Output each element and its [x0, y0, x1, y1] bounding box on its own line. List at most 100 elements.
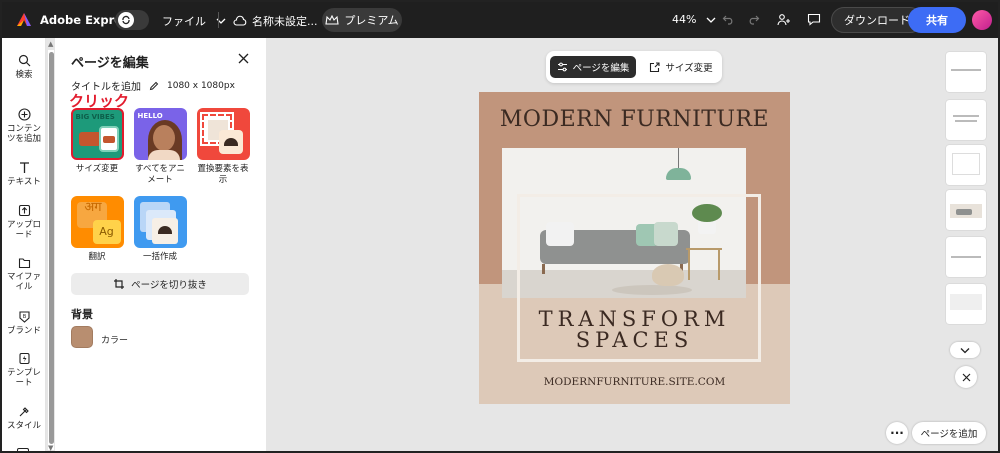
tool-show-replaceable[interactable]: 置換要素を表示: [196, 108, 250, 186]
resize-thumbnail: BIG VIBES: [70, 108, 124, 160]
plus-circle-icon: [17, 108, 31, 121]
page-thumbnail[interactable]: [946, 284, 986, 324]
rail-item-brand[interactable]: B ブランド: [2, 310, 46, 336]
person-shirt: [147, 150, 180, 160]
canvas-toolbar: ページを編集 サイズ変更: [546, 51, 722, 83]
chevron-down-icon[interactable]: [950, 342, 980, 358]
rail-label: テンプレート: [7, 368, 41, 388]
crop-label: ページを切り抜き: [131, 280, 207, 291]
app-window: Adobe Express ファイル 名称未設定... プレミアム 44% ダウ…: [0, 0, 1000, 453]
rail-item-add-content[interactable]: コンテンツを追加: [2, 108, 46, 144]
page-thumbnail[interactable]: [946, 237, 986, 277]
rail-item-text[interactable]: テキスト: [2, 161, 46, 187]
design-canvas[interactable]: MODERN FURNITURE TRANSFORM SPACES MODERN…: [479, 92, 790, 404]
rail-item-upload[interactable]: アップロード: [2, 204, 46, 240]
edit-page-panel: ページを編集 タイトルを追加 1080 x 1080px クリック BIG VI…: [55, 38, 266, 451]
rail-item-my-files[interactable]: マイファイル: [2, 257, 46, 292]
edit-page-label: ページを編集: [572, 63, 630, 74]
rail-more-icon[interactable]: [17, 448, 29, 451]
animate-thumbnail: HELLO: [133, 108, 187, 160]
rail-label: スタイル: [6, 421, 41, 431]
translate-thumbnail: अग Ag: [70, 196, 124, 248]
lamp-card: [218, 130, 243, 154]
replace-thumbnail: [196, 108, 250, 160]
top-bar: Adobe Express ファイル 名称未設定... プレミアム 44% ダウ…: [2, 2, 998, 38]
page-thumbnail[interactable]: [946, 190, 986, 230]
left-rail: 検索 コンテンツを追加 テキスト アップロード マイファイル B ブランド テン…: [2, 38, 46, 451]
rail-label: テキスト: [7, 177, 41, 187]
cloud-icon: [233, 15, 247, 26]
rail-label: ブランド: [6, 326, 41, 336]
rail-item-styles[interactable]: スタイル: [2, 405, 46, 431]
sofa-shape: [78, 132, 101, 146]
background-color-label: カラー: [101, 336, 129, 346]
avatar[interactable]: [972, 10, 992, 30]
tool-animate-all[interactable]: HELLO すべてをアニメート: [133, 108, 187, 186]
tool-bulk-create[interactable]: 一括作成: [133, 196, 187, 263]
rail-scrollbar[interactable]: [49, 52, 54, 444]
folder-icon: [18, 258, 30, 269]
file-menu[interactable]: ファイル: [162, 13, 226, 29]
tool-label: 翻訳: [88, 252, 106, 262]
page-thumbnail[interactable]: [946, 52, 986, 92]
brand-icon: B: [18, 311, 30, 323]
page-size: 1080 x 1080px: [167, 80, 235, 91]
share-button[interactable]: 共有: [908, 7, 966, 33]
tool-label: すべてをアニメート: [135, 164, 185, 185]
search-icon: [18, 54, 30, 67]
premium-button[interactable]: プレミアム: [322, 8, 402, 32]
pendant-lamp: [666, 168, 691, 180]
redo-icon[interactable]: [747, 13, 760, 25]
svg-text:B: B: [22, 314, 26, 320]
tool-label: サイズ変更: [75, 164, 119, 174]
tool-label: 置換要素を表示: [197, 164, 249, 185]
template-icon: [18, 352, 30, 365]
bulk-thumbnail: [133, 196, 187, 248]
sync-toggle[interactable]: [115, 10, 149, 30]
design-headline[interactable]: MODERN FURNITURE: [479, 107, 790, 132]
scroll-down-arrow[interactable]: ▼: [48, 444, 53, 451]
rail-item-search[interactable]: 検索: [2, 54, 46, 80]
resize-icon: [650, 61, 660, 72]
resize-button[interactable]: サイズ変更: [644, 56, 718, 78]
edit-page-button[interactable]: ページを編集: [550, 56, 636, 78]
upload-icon: [18, 204, 30, 217]
background-color-swatch[interactable]: [71, 326, 93, 348]
zoom-control[interactable]: 44%: [672, 13, 716, 26]
comment-icon[interactable]: [807, 13, 821, 26]
rail-label: コンテンツを追加: [6, 124, 41, 144]
more-options-icon[interactable]: ···: [886, 422, 908, 444]
rail-label: アップロード: [6, 220, 41, 240]
scroll-up-arrow[interactable]: ▲: [48, 40, 53, 48]
crop-icon: [114, 279, 125, 289]
resize-label: サイズ変更: [665, 63, 713, 74]
collaborate-icon[interactable]: [777, 13, 791, 26]
close-icon[interactable]: [955, 366, 977, 388]
style-icon: [19, 407, 29, 417]
design-url[interactable]: MODERNFURNITURE.SITE.COM: [479, 376, 790, 388]
card-front: [151, 218, 178, 244]
undo-icon[interactable]: [722, 13, 735, 25]
crop-page-button[interactable]: ページを切り抜き: [71, 273, 249, 295]
add-page-button[interactable]: ページを追加: [912, 422, 986, 444]
rail-item-templates[interactable]: テンプレート: [2, 352, 46, 388]
tool-label: 一括作成: [142, 252, 177, 262]
thumb-text: HELLO: [137, 112, 163, 120]
adobe-logo-icon[interactable]: [16, 12, 32, 28]
crown-icon: [325, 14, 340, 25]
tool-translate[interactable]: अग Ag 翻訳: [70, 196, 124, 263]
close-icon[interactable]: [238, 53, 249, 67]
rail-label: マイファイル: [6, 272, 41, 292]
page-thumbnail[interactable]: [946, 145, 986, 185]
chevron-down-icon: [706, 17, 716, 23]
pencil-icon[interactable]: [149, 81, 159, 91]
person-face: [152, 125, 175, 151]
design-subheadline-2[interactable]: SPACES: [479, 328, 790, 352]
doc-title[interactable]: 名称未設定...: [233, 13, 318, 29]
text-icon: [19, 162, 29, 173]
sync-icon: [118, 12, 134, 28]
page-thumbnail[interactable]: [946, 100, 986, 140]
background-title: 背景: [71, 308, 93, 321]
tool-resize[interactable]: BIG VIBES サイズ変更: [70, 108, 124, 175]
thumb-text: Ag: [92, 220, 121, 244]
